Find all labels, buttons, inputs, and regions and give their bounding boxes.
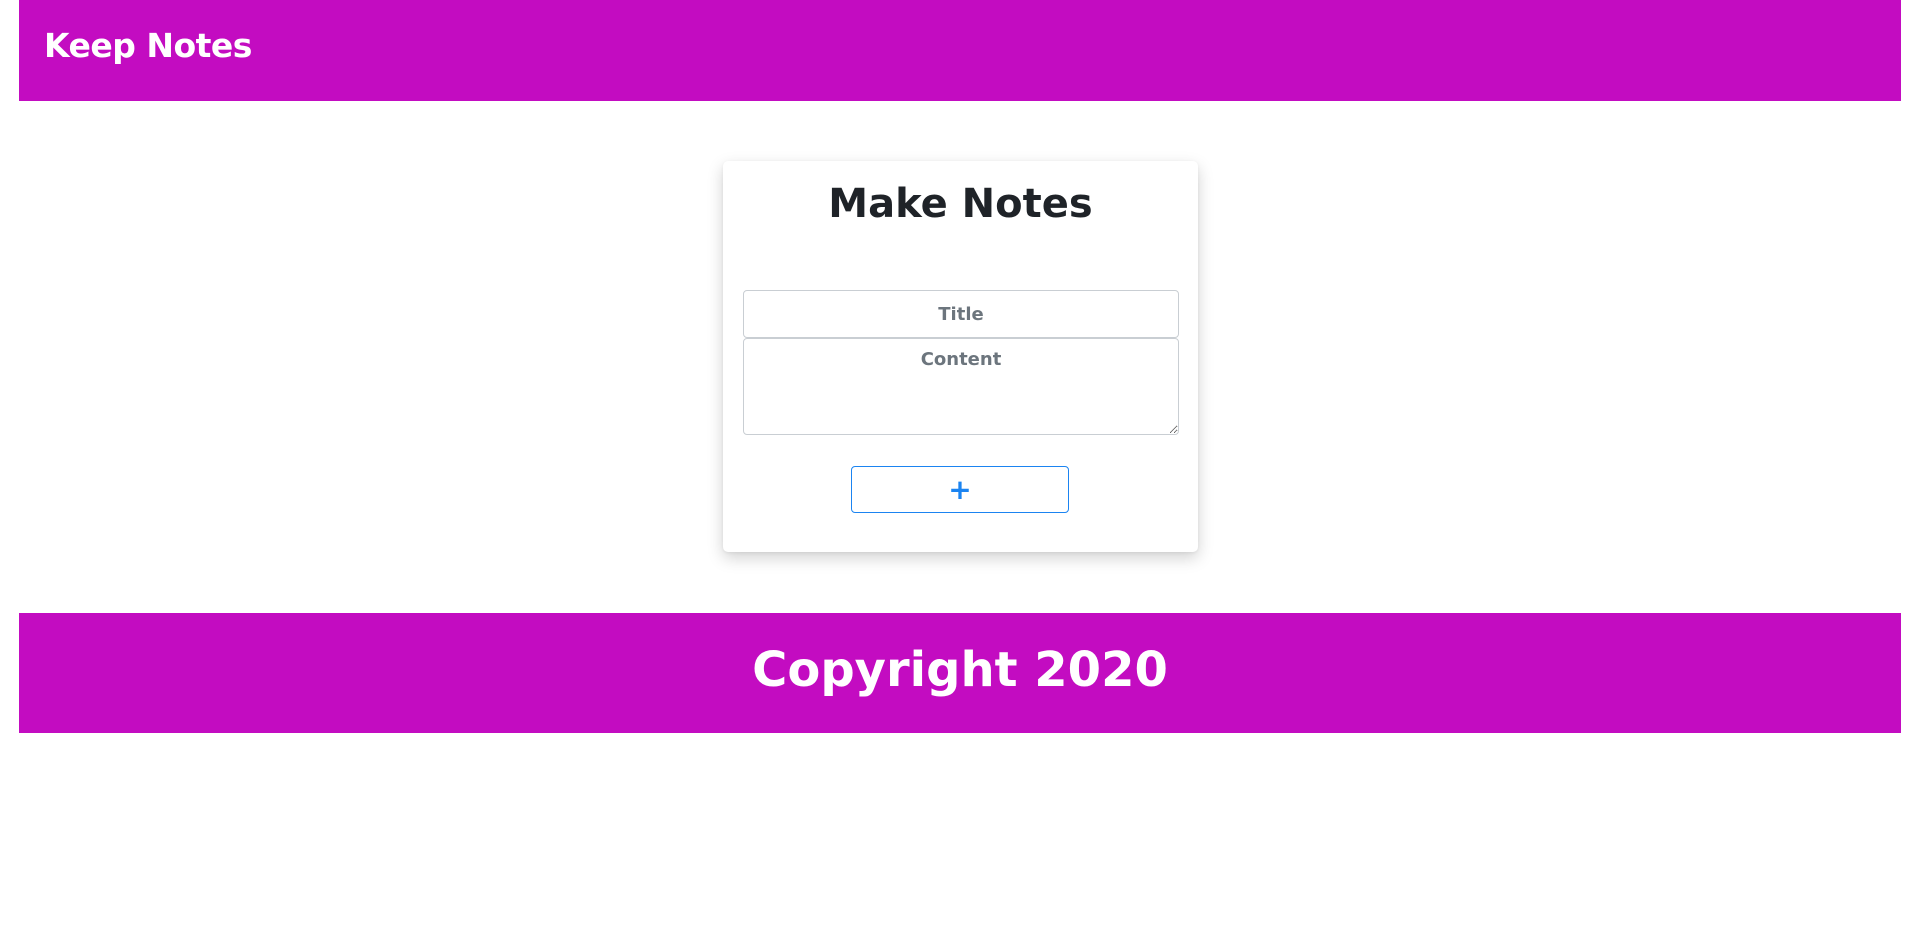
app-header: Keep Notes <box>19 0 1901 101</box>
app-brand: Keep Notes <box>44 26 252 65</box>
content-textarea[interactable] <box>743 338 1179 435</box>
title-input[interactable] <box>743 290 1179 338</box>
add-note-button[interactable]: + <box>851 466 1069 513</box>
note-form-card: Make Notes + <box>723 161 1198 552</box>
form-heading: Make Notes <box>828 181 1093 227</box>
app-footer: Copyright 2020 <box>19 613 1901 733</box>
copyright-text: Copyright 2020 <box>752 642 1168 698</box>
